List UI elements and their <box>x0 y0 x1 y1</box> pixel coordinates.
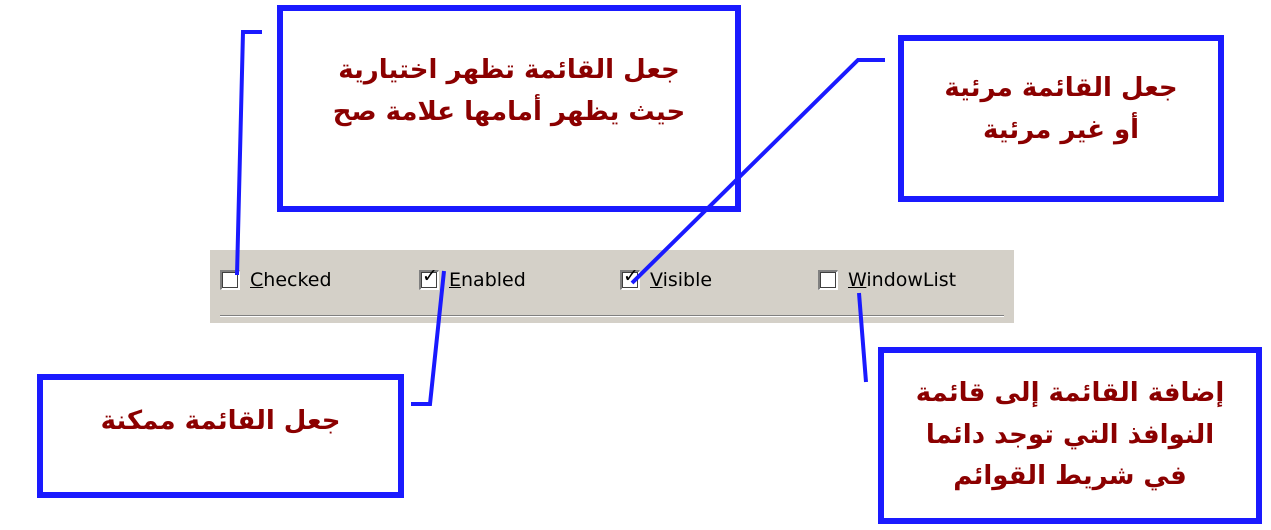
callout-visible-line1: جعل القائمة مرئية <box>944 72 1178 103</box>
divider <box>220 315 1004 317</box>
checked-checkbox-box[interactable] <box>220 270 240 290</box>
callout-enabled-line1: جعل القائمة ممكنة <box>100 406 341 437</box>
menu-properties-strip: Checked ✓ Enabled ✓ Visible WindowList <box>210 250 1014 323</box>
checked-label: Checked <box>250 269 332 291</box>
visible-checkbox-box[interactable]: ✓ <box>620 265 640 290</box>
callout-enabled: جعل القائمة ممكنة <box>37 374 404 498</box>
visible-checkbox[interactable]: ✓ Visible <box>620 267 712 293</box>
enabled-checkbox-box[interactable]: ✓ <box>419 265 439 290</box>
visible-label: Visible <box>650 269 713 291</box>
checked-checkbox[interactable]: Checked <box>220 267 332 293</box>
callout-checked: جعل القائمة تظهر اختيارية حيث يظهر أمامه… <box>277 5 741 212</box>
callout-windowlist-line2: النوافذ التي توجد دائما <box>925 419 1215 450</box>
callout-windowlist: إضافة القائمة إلى قائمة النوافذ التي توج… <box>878 347 1262 524</box>
callout-visible: جعل القائمة مرئية أو غير مرئية <box>898 35 1224 202</box>
callout-checked-line2: حيث يظهر أمامها علامة صح <box>332 96 686 127</box>
windowlist-label: WindowList <box>848 269 957 291</box>
windowlist-checkbox[interactable]: WindowList <box>818 267 956 293</box>
callout-visible-line2: أو غير مرئية <box>982 114 1140 145</box>
callout-checked-line1: جعل القائمة تظهر اختيارية <box>338 54 680 85</box>
callout-windowlist-line1: إضافة القائمة إلى قائمة <box>915 378 1225 409</box>
checkmark-icon: ✓ <box>623 265 639 287</box>
enabled-label: Enabled <box>449 269 526 291</box>
leader-line-checked <box>235 30 262 276</box>
checkmark-icon: ✓ <box>422 265 438 287</box>
windowlist-checkbox-box[interactable] <box>818 270 838 290</box>
callout-windowlist-line3: في شريط القوائم <box>953 461 1187 492</box>
enabled-checkbox[interactable]: ✓ Enabled <box>419 267 526 293</box>
